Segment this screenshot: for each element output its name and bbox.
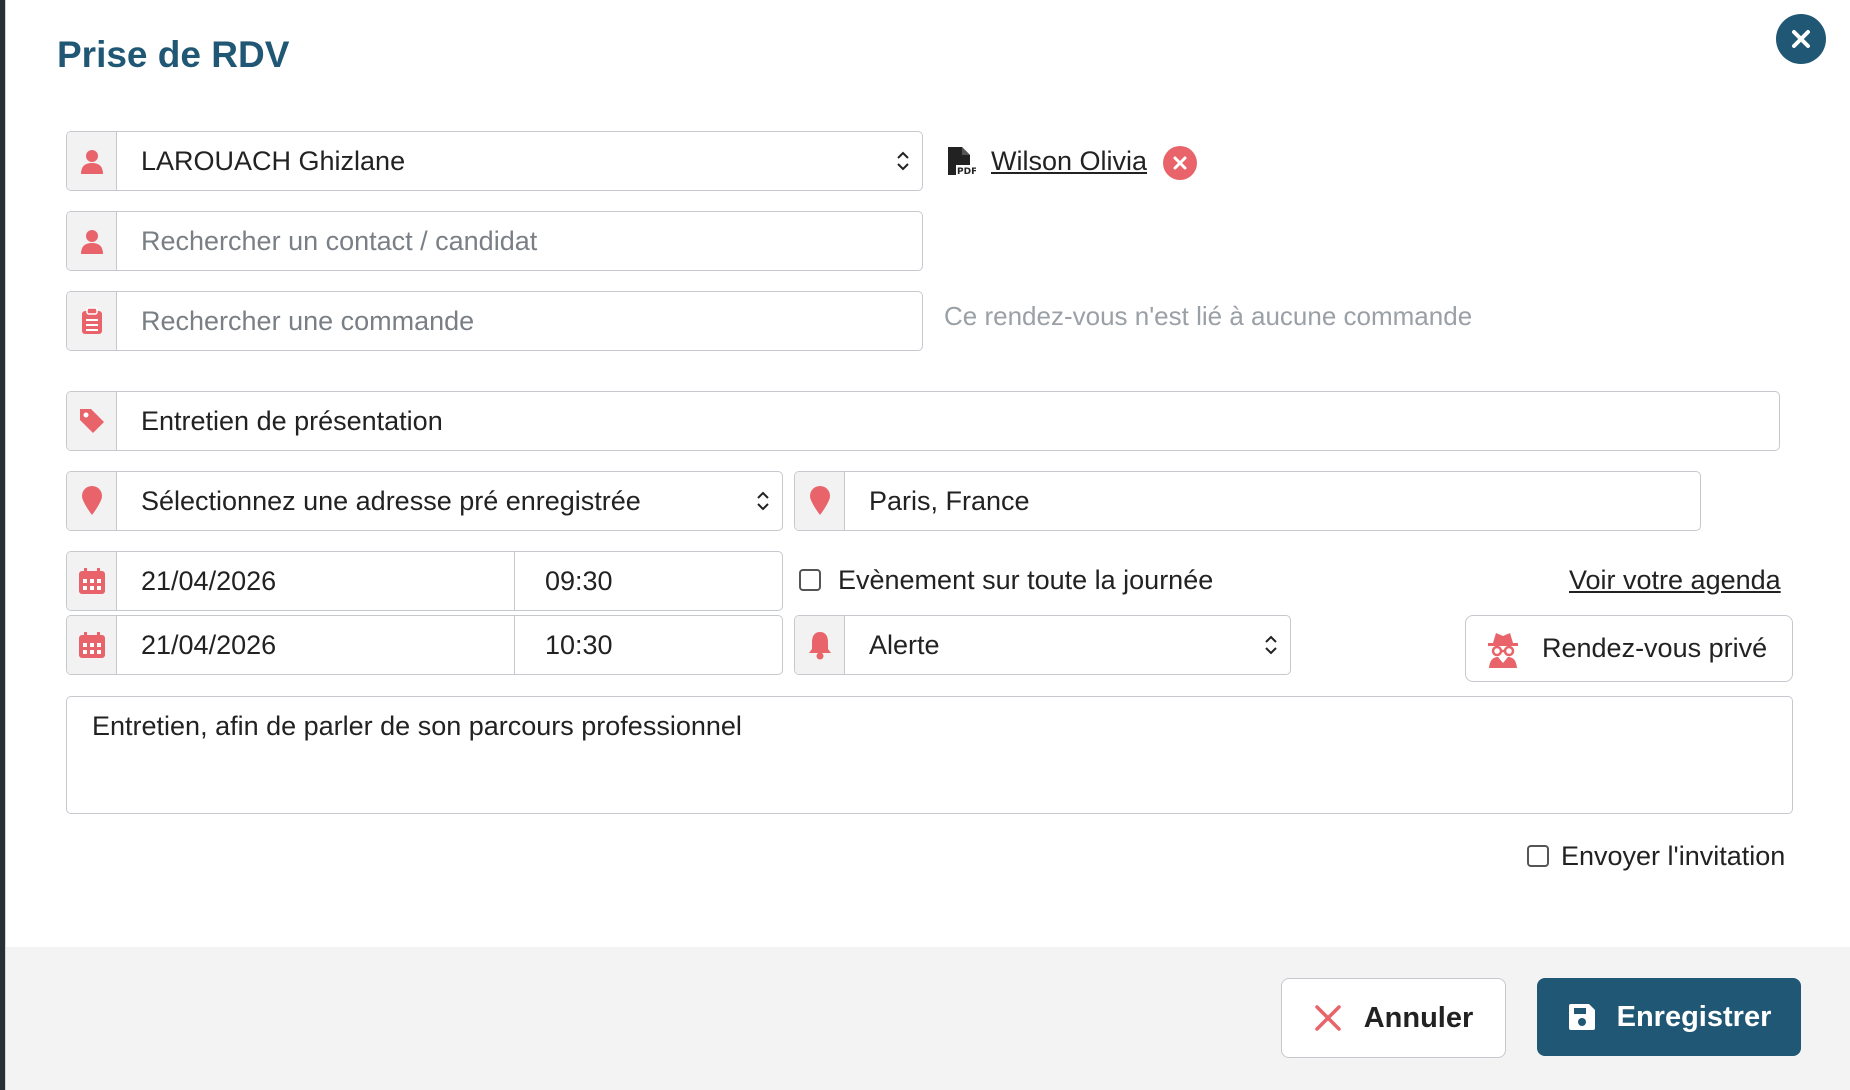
calendar-icon xyxy=(78,632,105,658)
order-search-field: Rechercher une commande xyxy=(66,291,923,351)
remove-contact-icon[interactable] xyxy=(1163,146,1197,180)
subject-field: Entretien de présentation xyxy=(66,391,1780,451)
send-invitation-label: Envoyer l'invitation xyxy=(1561,841,1786,871)
all-day-label: Evènement sur toute la journée xyxy=(838,565,1214,595)
address-addon xyxy=(67,472,117,530)
map-pin-icon xyxy=(81,486,102,515)
end-time-input[interactable]: 10:30 xyxy=(515,616,782,674)
start-date-value: 21/04/2026 xyxy=(141,565,277,596)
close-icon xyxy=(1314,1005,1341,1031)
address-select[interactable]: Sélectionnez une adresse pré enregistrée xyxy=(117,472,782,530)
location-input[interactable]: Paris, France xyxy=(845,472,1700,530)
end-time-value: 10:30 xyxy=(545,629,613,660)
pdf-file-icon[interactable]: PDF xyxy=(944,145,976,177)
notes-value: Entretien, afin de parler de son parcour… xyxy=(92,711,742,741)
alert-select-value: Alerte xyxy=(869,629,940,660)
save-button[interactable]: Enregistrer xyxy=(1537,978,1801,1056)
end-date-input[interactable]: 21/04/2026 xyxy=(117,616,515,674)
consultant-addon xyxy=(67,132,117,190)
dialog-title: Prise de RDV xyxy=(57,34,290,75)
subject-addon xyxy=(67,392,117,450)
select-chevron-icon xyxy=(757,491,769,511)
location-value: Paris, France xyxy=(869,485,1030,516)
contact-search-placeholder: Rechercher un contact / candidat xyxy=(141,225,538,256)
consultant-select-value: LAROUACH Ghizlane xyxy=(141,145,406,176)
save-label: Enregistrer xyxy=(1616,1000,1772,1033)
contact-search-addon xyxy=(67,212,117,270)
start-datetime-field: 21/04/2026 09:30 xyxy=(66,551,783,611)
consultant-field: LAROUACH Ghizlane xyxy=(66,131,923,191)
notes-textarea[interactable]: Entretien, afin de parler de son parcour… xyxy=(66,696,1793,814)
end-date-addon xyxy=(67,616,117,674)
user-icon xyxy=(80,230,103,254)
consultant-select[interactable]: LAROUACH Ghizlane xyxy=(117,132,922,190)
tag-icon xyxy=(79,409,104,433)
user-icon xyxy=(80,150,103,174)
svg-text:PDF: PDF xyxy=(957,167,976,177)
address-field: Sélectionnez une adresse pré enregistrée xyxy=(66,471,783,531)
select-chevron-icon xyxy=(1265,635,1277,655)
agenda-link[interactable]: Voir votre agenda xyxy=(1569,565,1781,596)
map-pin-icon xyxy=(809,486,830,515)
start-time-input[interactable]: 09:30 xyxy=(515,552,782,610)
subject-value: Entretien de présentation xyxy=(141,405,443,436)
cancel-label: Annuler xyxy=(1363,1001,1474,1034)
close-icon xyxy=(1792,30,1810,48)
start-time-value: 09:30 xyxy=(545,565,613,596)
contact-search-input[interactable]: Rechercher un contact / candidat xyxy=(117,212,922,270)
linked-contact-link[interactable]: Wilson Olivia xyxy=(991,146,1147,177)
close-button[interactable] xyxy=(1776,14,1826,64)
alert-select[interactable]: Alerte xyxy=(845,616,1290,674)
start-date-input[interactable]: 21/04/2026 xyxy=(117,552,515,610)
bell-icon xyxy=(808,632,831,660)
end-date-value: 21/04/2026 xyxy=(141,629,277,660)
location-addon xyxy=(795,472,845,530)
clipboard-icon xyxy=(81,307,102,334)
send-invitation-checkbox[interactable] xyxy=(1527,845,1549,867)
contact-search-field: Rechercher un contact / candidat xyxy=(66,211,923,271)
address-select-value: Sélectionnez une adresse pré enregistrée xyxy=(141,485,641,516)
order-search-input[interactable]: Rechercher une commande xyxy=(117,292,922,350)
order-search-addon xyxy=(67,292,117,350)
start-date-addon xyxy=(67,552,117,610)
subject-input[interactable]: Entretien de présentation xyxy=(117,392,1779,450)
floppy-disk-icon xyxy=(1568,1004,1595,1030)
appointment-dialog: Prise de RDV LAROUACH Ghizlane PDF Wilso… xyxy=(5,0,1850,1090)
alert-addon xyxy=(795,616,845,674)
order-search-placeholder: Rechercher une commande xyxy=(141,305,475,336)
incognito-icon xyxy=(1488,632,1518,668)
alert-field: Alerte xyxy=(794,615,1291,675)
dialog-footer: Annuler Enregistrer xyxy=(6,947,1850,1090)
calendar-icon xyxy=(78,568,105,594)
location-field: Paris, France xyxy=(794,471,1701,531)
end-datetime-field: 21/04/2026 10:30 xyxy=(66,615,783,675)
select-chevron-icon xyxy=(897,151,909,171)
all-day-checkbox[interactable] xyxy=(799,569,821,591)
cancel-button[interactable]: Annuler xyxy=(1281,978,1506,1058)
private-button-label: Rendez-vous privé xyxy=(1542,633,1768,663)
order-hint: Ce rendez-vous n'est lié à aucune comman… xyxy=(944,301,1473,331)
private-appointment-button[interactable]: Rendez-vous privé xyxy=(1465,615,1793,682)
